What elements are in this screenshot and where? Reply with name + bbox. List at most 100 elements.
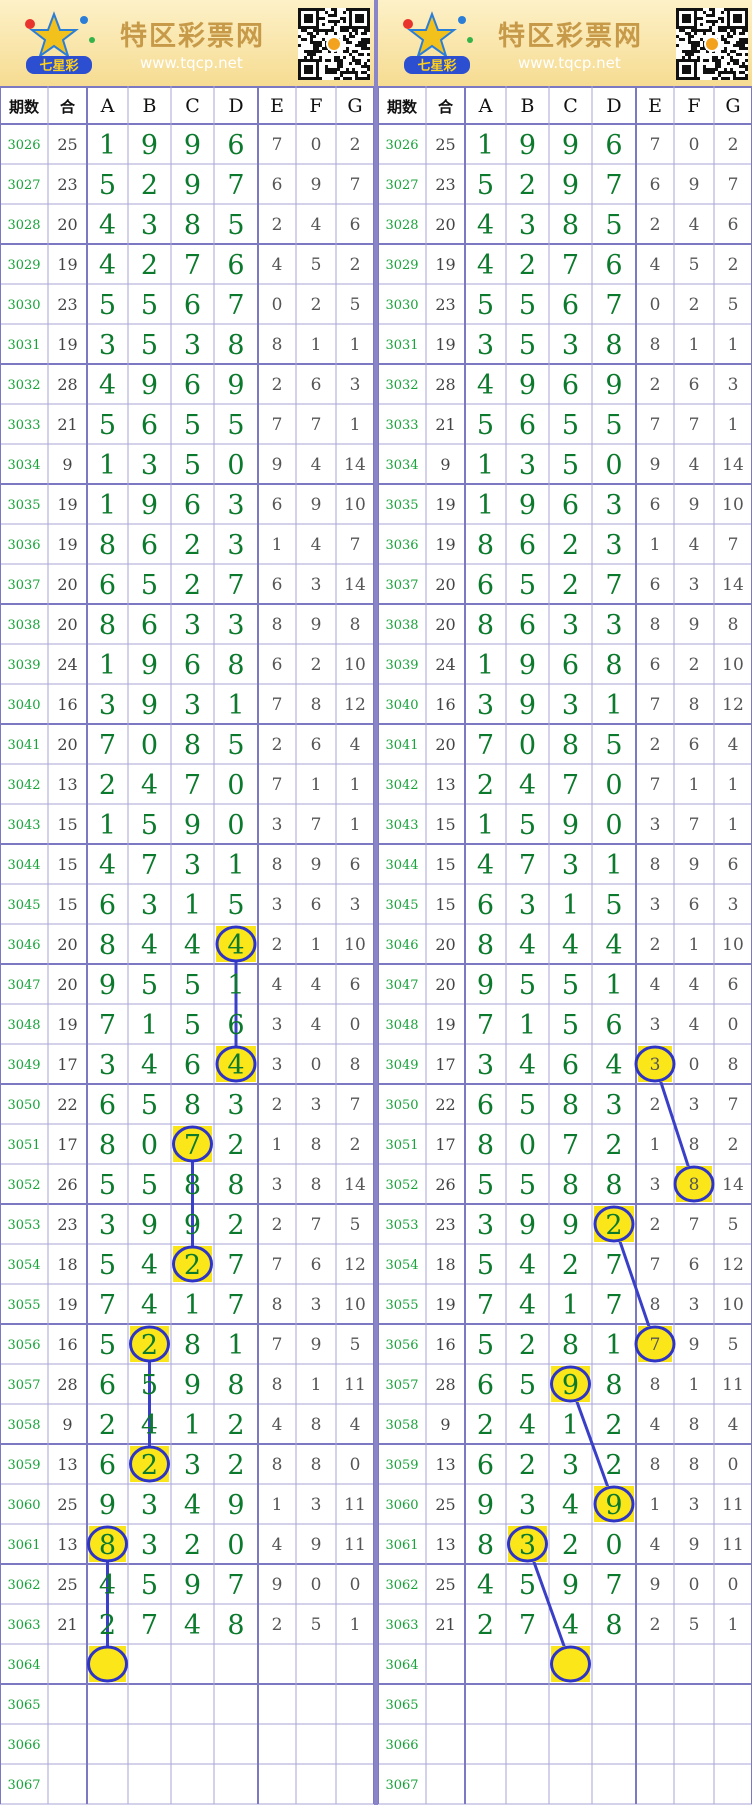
extra-digit: 4 (689, 215, 700, 235)
main-digit: 1 (99, 810, 116, 841)
extra-digit: 8 (272, 1375, 283, 1395)
sum-value: 25 (57, 1495, 77, 1514)
main-digit: 5 (562, 970, 579, 1001)
sum-value: 19 (57, 255, 77, 274)
sum-value: 22 (57, 1095, 77, 1114)
issue-number: 3040 (385, 698, 418, 713)
main-digit: 3 (184, 610, 201, 641)
main-digit: 5 (519, 810, 536, 841)
sum-value: 9 (62, 455, 72, 474)
extra-digit: 0 (728, 1015, 739, 1035)
issue-number: 3036 (7, 538, 40, 553)
sum-value: 20 (57, 575, 77, 594)
extra-digit: 10 (344, 935, 366, 955)
main-digit: 8 (562, 730, 579, 761)
issue-number: 3067 (7, 1778, 40, 1793)
issue-number: 3052 (7, 1178, 40, 1193)
issue-number: 3061 (7, 1538, 40, 1553)
main-digit: 8 (99, 530, 116, 561)
extra-digit: 4 (728, 1415, 739, 1435)
extra-digit: 7 (689, 415, 700, 435)
extra-digit: 3 (311, 1295, 322, 1315)
main-digit: 5 (99, 290, 116, 321)
extra-digit: 12 (722, 1255, 744, 1275)
sum-value: 13 (57, 1455, 77, 1474)
extra-digit: 9 (650, 455, 661, 475)
main-digit: 5 (184, 450, 201, 481)
main-digit: 2 (141, 1450, 158, 1481)
main-digit: 5 (99, 1250, 116, 1281)
main-digit: 4 (519, 930, 536, 961)
main-digit: 3 (605, 530, 622, 561)
main-digit: 3 (605, 1090, 622, 1121)
issue-number: 3037 (385, 578, 418, 593)
extra-digit: 2 (350, 135, 361, 155)
issue-number: 3050 (7, 1098, 40, 1113)
main-digit: 5 (562, 450, 579, 481)
extra-digit: 6 (650, 575, 661, 595)
extra-digit: 0 (689, 1575, 700, 1595)
main-digit: 6 (605, 250, 622, 281)
issue-number: 3035 (385, 498, 418, 513)
issue-number: 3031 (7, 338, 40, 353)
extra-digit: 6 (350, 215, 361, 235)
main-digit: 5 (227, 210, 244, 241)
extra-digit: 1 (311, 1375, 322, 1395)
sum-value: 19 (435, 255, 455, 274)
highlight-circle (87, 1645, 128, 1683)
main-digit: 2 (605, 1450, 622, 1481)
main-digit: 3 (562, 610, 579, 641)
main-digit: 8 (99, 1130, 116, 1161)
extra-digit: 8 (311, 1135, 322, 1155)
sum-value: 23 (435, 175, 455, 194)
extra-digit: 6 (311, 895, 322, 915)
extra-digit: 0 (728, 1575, 739, 1595)
site-url: www.tqcp.net (140, 54, 243, 72)
main-digit: 1 (184, 1290, 201, 1321)
extra-digit: 0 (311, 135, 322, 155)
extra-digit: 8 (350, 1055, 361, 1075)
main-digit: 8 (605, 1610, 622, 1641)
issue-number: 3057 (7, 1378, 40, 1393)
main-digit: 3 (184, 1450, 201, 1481)
extra-digit: 3 (650, 1015, 661, 1035)
issue-number: 3058 (7, 1418, 40, 1433)
issue-number: 3026 (385, 138, 418, 153)
main-digit: 3 (477, 1210, 494, 1241)
issue-number: 3060 (385, 1498, 418, 1513)
extra-digit: 1 (272, 1135, 283, 1155)
issue-number: 3044 (385, 858, 418, 873)
issue-number: 3064 (7, 1658, 40, 1673)
main-digit: 4 (605, 930, 622, 961)
main-digit: 4 (519, 1290, 536, 1321)
issue-number: 3055 (385, 1298, 418, 1313)
extra-digit: 1 (728, 775, 739, 795)
sum-value: 17 (435, 1135, 455, 1154)
extra-digit: 2 (272, 1095, 283, 1115)
main-digit: 5 (141, 290, 158, 321)
extra-digit: 10 (344, 1295, 366, 1315)
logo-icon: 七星彩 (25, 11, 95, 74)
main-digit: 3 (227, 530, 244, 561)
main-digit: 7 (605, 1290, 622, 1321)
main-digit: 6 (605, 1010, 622, 1041)
extra-digit: 4 (272, 975, 283, 995)
issue-number: 3057 (385, 1378, 418, 1393)
column-header: A (100, 95, 115, 117)
issue-number: 3054 (385, 1258, 418, 1273)
sum-value: 17 (435, 1055, 455, 1074)
main-digit: 2 (184, 1250, 201, 1281)
extra-digit: 3 (311, 1095, 322, 1115)
extra-digit: 6 (272, 495, 283, 515)
issue-number: 3048 (385, 1018, 418, 1033)
main-digit: 6 (99, 1090, 116, 1121)
extra-digit: 4 (311, 455, 322, 475)
main-digit: 4 (184, 1610, 201, 1641)
sum-value: 19 (57, 495, 77, 514)
main-digit: 7 (99, 730, 116, 761)
issue-number: 3062 (385, 1578, 418, 1593)
main-digit: 7 (477, 730, 494, 761)
sum-value: 19 (435, 1015, 455, 1034)
main-digit: 4 (184, 930, 201, 961)
main-digit: 1 (477, 450, 494, 481)
